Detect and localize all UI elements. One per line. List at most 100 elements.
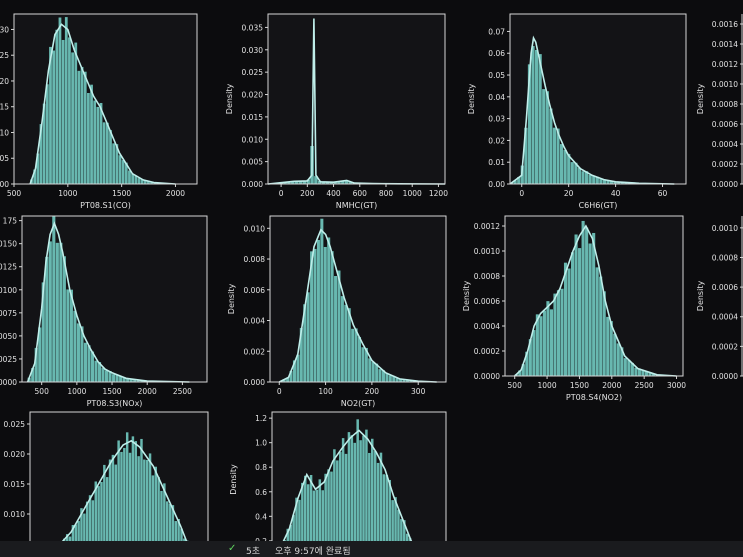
histogram-bar bbox=[545, 91, 549, 184]
x-tick-label: 1500 bbox=[112, 189, 131, 198]
x-tick-label: 0 bbox=[277, 387, 282, 396]
x-tick-label: 60 bbox=[658, 189, 668, 198]
histogram-bar bbox=[145, 460, 149, 547]
histogram-bar bbox=[128, 170, 131, 184]
histogram-bar bbox=[321, 490, 324, 547]
histogram-bar bbox=[96, 106, 100, 184]
x-axis-label: C6H6(GT) bbox=[579, 201, 618, 210]
notebook-output-figure: 0.000051015202530500100015002000PT08.S1(… bbox=[0, 0, 743, 557]
y-tick-label: 0.000 bbox=[242, 180, 264, 189]
histogram-bar bbox=[546, 301, 550, 376]
y-tick-label: 0125 bbox=[0, 263, 17, 272]
histogram-bar bbox=[298, 499, 301, 547]
histogram-bar bbox=[350, 435, 354, 547]
histogram-bar bbox=[309, 474, 313, 547]
histogram-bar bbox=[361, 347, 365, 382]
histogram-bar bbox=[330, 251, 334, 382]
x-tick-label: 1000 bbox=[67, 387, 86, 396]
histogram-bar bbox=[87, 92, 90, 184]
y-tick-label: 0.06 bbox=[488, 49, 505, 58]
x-tick-label: 1200 bbox=[429, 189, 448, 198]
histogram-bar bbox=[333, 449, 336, 547]
histogram-bar bbox=[68, 37, 71, 184]
histogram-bar bbox=[296, 354, 300, 382]
histogram-bar bbox=[338, 452, 342, 547]
y-axis-label: Density bbox=[462, 281, 471, 312]
y-tick-label: 0100 bbox=[0, 286, 17, 295]
histogram-bar bbox=[371, 362, 375, 382]
histogram-bar bbox=[368, 358, 372, 382]
histogram-bar bbox=[574, 234, 578, 376]
histogram-bar bbox=[553, 293, 557, 376]
x-tick-label: 0 bbox=[279, 189, 284, 198]
histogram-bar bbox=[137, 178, 141, 184]
check-icon: ✓ bbox=[228, 543, 237, 554]
histogram-bar bbox=[560, 288, 564, 376]
x-tick-label: 600 bbox=[353, 189, 368, 198]
y-tick-label: 0.0002 bbox=[712, 160, 738, 169]
y-tick-label: 0.0008 bbox=[474, 272, 500, 281]
histogram-bar bbox=[356, 419, 359, 547]
histogram-bar bbox=[109, 130, 112, 184]
y-tick-label: 0.4 bbox=[255, 512, 267, 521]
histogram-bar bbox=[388, 375, 392, 382]
y-tick-label: 0.8 bbox=[255, 463, 267, 472]
histogram-bar bbox=[306, 292, 310, 382]
y-tick-label: 0.015 bbox=[4, 480, 26, 489]
histogram-bar bbox=[599, 276, 603, 376]
histogram-bar bbox=[83, 342, 88, 382]
x-tick-label: 500 bbox=[7, 189, 22, 198]
histogram-bar bbox=[538, 54, 542, 185]
histogram-bar bbox=[52, 216, 56, 382]
y-tick-label: 15 bbox=[0, 103, 9, 112]
subplot-9: 0.0050.0100.0150.0200.025 bbox=[4, 411, 209, 549]
histogram-bar bbox=[581, 171, 585, 184]
histogram-bar bbox=[118, 155, 122, 184]
histogram-bar bbox=[347, 308, 351, 382]
histogram-bar bbox=[542, 89, 546, 184]
histogram-bar bbox=[48, 241, 52, 382]
y-tick-label: 0.0004 bbox=[712, 140, 738, 149]
histogram-bar bbox=[388, 479, 391, 547]
y-tick-label: 0.0010 bbox=[712, 80, 738, 89]
y-tick-label: 0.008 bbox=[244, 255, 266, 264]
histogram-bar bbox=[539, 316, 543, 376]
y-tick-label: 175 bbox=[3, 217, 18, 226]
histogram-bar bbox=[563, 149, 567, 184]
histogram-bar bbox=[531, 45, 535, 185]
y-tick-label: 0.02 bbox=[488, 136, 505, 145]
histogram-bar bbox=[100, 481, 103, 547]
y-tick-label: 0025 bbox=[0, 355, 17, 364]
y-tick-label: 0.0008 bbox=[712, 253, 738, 262]
histogram-bar bbox=[592, 232, 596, 376]
histogram-bar bbox=[77, 70, 81, 184]
y-tick-label: 0.020 bbox=[4, 450, 26, 459]
histogram-bar bbox=[157, 476, 160, 547]
x-tick-label: 400 bbox=[326, 189, 341, 198]
histogram-bar bbox=[351, 328, 355, 382]
histogram-bar bbox=[542, 310, 546, 376]
y-tick-label: 0.0002 bbox=[474, 347, 500, 356]
y-tick-label: 0.6 bbox=[255, 488, 267, 497]
y-tick-label: 0.07 bbox=[488, 27, 505, 36]
histogram-bar bbox=[62, 256, 66, 382]
histogram-bar bbox=[105, 370, 109, 382]
y-tick-label: 0.0006 bbox=[474, 297, 500, 306]
status-message: 오후 9:57에 완료됨 bbox=[275, 547, 351, 557]
x-axis-label: NMHC(GT) bbox=[336, 201, 378, 210]
y-axis-label: Density bbox=[225, 84, 234, 115]
y-tick-label: 0.030 bbox=[242, 46, 264, 55]
histogram-bar bbox=[88, 495, 92, 547]
histogram-bar bbox=[94, 360, 98, 382]
y-tick-label: 0.0004 bbox=[712, 313, 738, 322]
histogram-bar bbox=[549, 309, 554, 376]
histogram-bar bbox=[112, 374, 116, 382]
histogram-bar bbox=[125, 432, 129, 547]
y-tick-label: 0.00 bbox=[488, 180, 505, 189]
histogram-bar bbox=[353, 442, 357, 547]
histogram-bar bbox=[315, 489, 319, 547]
histogram-bar bbox=[323, 246, 327, 382]
histogram-bar bbox=[567, 268, 571, 376]
x-axis-label: NO2(GT) bbox=[341, 399, 375, 408]
y-tick-label: 0.05 bbox=[488, 71, 505, 80]
